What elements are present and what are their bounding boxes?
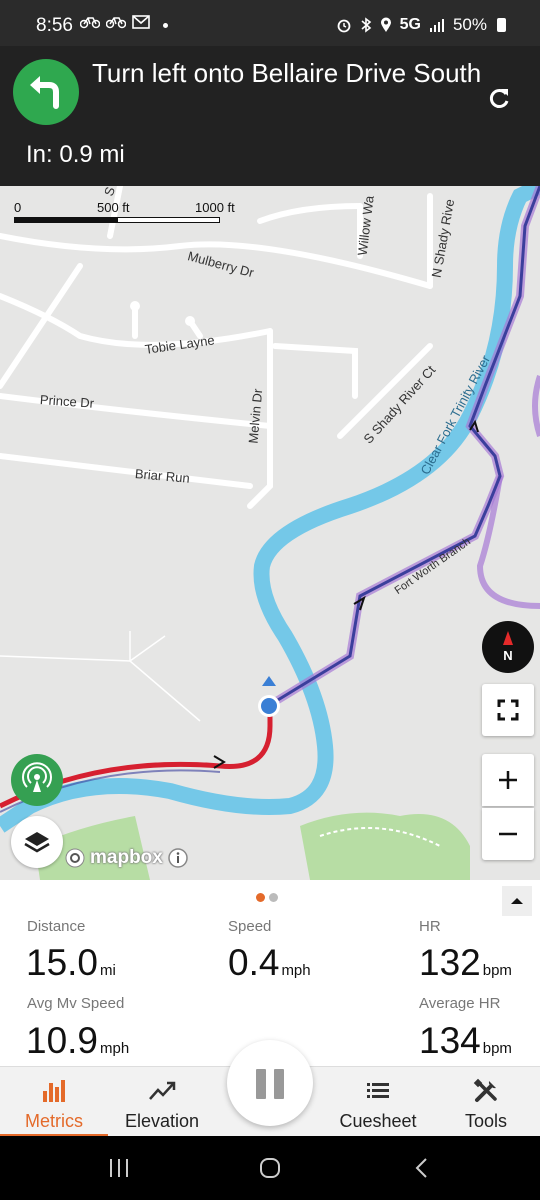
pause-icon — [256, 1069, 266, 1099]
tab-label: Tools — [464, 1111, 508, 1131]
caret-up-icon — [511, 898, 523, 904]
tab-elevation[interactable]: Elevation — [108, 1067, 216, 1137]
page-indicator — [256, 893, 278, 902]
metric-label-distance: Distance — [27, 918, 86, 935]
map-scale: 0 500 ft 1000 ft — [14, 200, 244, 230]
alarm-icon — [337, 19, 351, 33]
scale-bar-second — [117, 217, 220, 223]
mapbox-attribution[interactable]: mapbox — [64, 846, 189, 870]
fullscreen-button[interactable] — [482, 684, 534, 736]
compass-label: N — [503, 648, 513, 663]
metrics-panel[interactable]: Distance 15.0 mi Speed 0.4 mph HR 132 bpm A… — [0, 880, 540, 1066]
network-type: 5G — [399, 16, 421, 33]
mapbox-logo-icon — [65, 848, 85, 868]
compass-button[interactable]: N — [482, 621, 534, 673]
metric-value-distance: 15.0 mi — [26, 942, 116, 983]
metric-value-hr: 132 bpm — [419, 942, 512, 983]
page-dot-active — [256, 893, 265, 902]
battery-percent: 50% — [452, 15, 487, 34]
back-button[interactable] — [410, 1156, 434, 1180]
tab-tools[interactable]: Tools — [432, 1067, 540, 1137]
tab-metrics[interactable]: Metrics — [0, 1067, 108, 1137]
compass-needle-icon — [503, 631, 513, 645]
status-bar: 8:56 5G 50% — [0, 0, 540, 46]
system-navigation-bar — [0, 1136, 540, 1200]
tab-cuesheet[interactable]: Cuesheet — [324, 1067, 432, 1137]
cycling-icon — [105, 17, 127, 29]
trend-line-icon — [149, 1081, 176, 1100]
reroute-button[interactable] — [486, 86, 512, 117]
turn-left-arrow-icon — [30, 76, 59, 109]
turn-by-turn-banner[interactable]: Turn left onto Bellaire Drive South In: … — [0, 46, 540, 186]
tools-icon — [473, 1078, 497, 1102]
bar-chart-icon — [43, 1080, 65, 1102]
live-tracking-button[interactable] — [11, 754, 63, 806]
metric-label-hr: HR — [419, 918, 441, 935]
scale-bar-first — [14, 217, 117, 223]
info-icon[interactable] — [167, 847, 189, 869]
tab-label: Elevation — [124, 1111, 200, 1131]
expand-panel-button[interactable] — [502, 886, 532, 916]
cycling-icon — [79, 17, 101, 29]
metric-value-speed: 0.4 mph — [228, 942, 311, 983]
turn-instruction: Turn left onto Bellaire Drive South — [92, 58, 482, 88]
mapbox-text: mapbox — [90, 847, 163, 868]
tab-label: Metrics — [25, 1111, 83, 1131]
park-area — [300, 812, 470, 880]
map-layers-button[interactable] — [11, 816, 63, 868]
battery-icon — [497, 18, 506, 32]
dot-icon — [162, 22, 168, 28]
list-icon — [367, 1083, 389, 1098]
location-icon — [380, 17, 391, 32]
plus-icon — [499, 771, 517, 789]
broadcast-icon — [22, 762, 52, 792]
tab-label: Cuesheet — [339, 1111, 417, 1131]
map-view[interactable]: 0 500 ft 1000 ft S T Willow Wa N Shady R… — [0, 186, 540, 880]
scale-label-1000: 1000 ft — [195, 200, 235, 215]
status-time: 8:56 — [36, 15, 73, 36]
recent-apps-button[interactable] — [107, 1156, 131, 1180]
notification-icons — [79, 15, 168, 33]
metric-value-avg-mv-speed: 10.9 mph — [26, 1020, 130, 1061]
signal-icon — [429, 19, 444, 32]
heading-arrow — [262, 676, 276, 686]
turn-indicator — [13, 59, 79, 125]
bluetooth-icon — [361, 17, 371, 33]
fullscreen-icon — [497, 699, 519, 721]
metric-label-average-hr: Average HR — [419, 995, 501, 1012]
home-button[interactable] — [258, 1156, 282, 1180]
distance-to-turn: In: 0.9 mi — [26, 141, 125, 168]
pause-icon — [274, 1069, 284, 1099]
zoom-in-button[interactable] — [482, 754, 534, 806]
scale-label-500: 500 ft — [97, 200, 130, 215]
zoom-out-button[interactable] — [482, 808, 534, 860]
page-dot — [269, 893, 278, 902]
layers-icon — [24, 832, 50, 853]
mail-icon — [132, 15, 151, 29]
system-icons: 5G 50% — [336, 15, 506, 35]
minus-icon — [499, 832, 517, 836]
metric-value-average-hr: 134 bpm — [419, 1020, 512, 1061]
scale-label-0: 0 — [14, 200, 22, 215]
metric-label-avg-mv-speed: Avg Mv Speed — [27, 995, 125, 1012]
refresh-icon — [489, 89, 509, 108]
pause-recording-button[interactable] — [227, 1040, 313, 1126]
metric-label-speed: Speed — [228, 918, 272, 935]
basemap — [0, 186, 540, 880]
